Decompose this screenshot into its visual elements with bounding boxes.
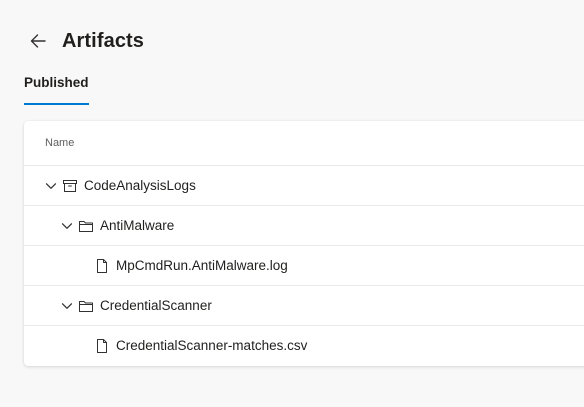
tab-published-label: Published (24, 75, 89, 90)
arrow-left-icon (30, 34, 46, 48)
tab-published[interactable]: Published (24, 75, 89, 105)
chevron-down-icon[interactable] (59, 298, 75, 314)
back-button[interactable] (25, 28, 51, 54)
table-row[interactable]: CredentialScanner-matches.csv (24, 326, 584, 365)
column-header-label: Name (45, 137, 75, 149)
file-icon (94, 258, 110, 274)
artifacts-table: Name CodeAnalysisLogs AntiMalware MpCmdR… (24, 121, 584, 366)
page-header: Artifacts (24, 26, 144, 56)
folder-icon (78, 218, 94, 234)
row-label: MpCmdRun.AntiMalware.log (116, 258, 288, 273)
row-label: CodeAnalysisLogs (84, 178, 196, 193)
row-label: AntiMalware (100, 218, 175, 233)
chevron-down-icon[interactable] (43, 178, 59, 194)
file-icon (94, 338, 110, 354)
tab-selected-indicator (24, 103, 89, 105)
row-label: CredentialScanner (100, 298, 212, 313)
folder-icon (78, 298, 94, 314)
page-title: Artifacts (62, 29, 145, 52)
column-header-name[interactable]: Name (24, 121, 584, 166)
table-row[interactable]: MpCmdRun.AntiMalware.log (24, 246, 584, 286)
table-row[interactable]: CodeAnalysisLogs (24, 166, 584, 206)
artifact-box-icon (62, 178, 78, 194)
table-row[interactable]: AntiMalware (24, 206, 584, 246)
row-label: CredentialScanner-matches.csv (116, 338, 308, 353)
table-row[interactable]: CredentialScanner (24, 286, 584, 326)
chevron-down-icon[interactable] (59, 218, 75, 234)
tab-bar: Published (24, 74, 89, 105)
